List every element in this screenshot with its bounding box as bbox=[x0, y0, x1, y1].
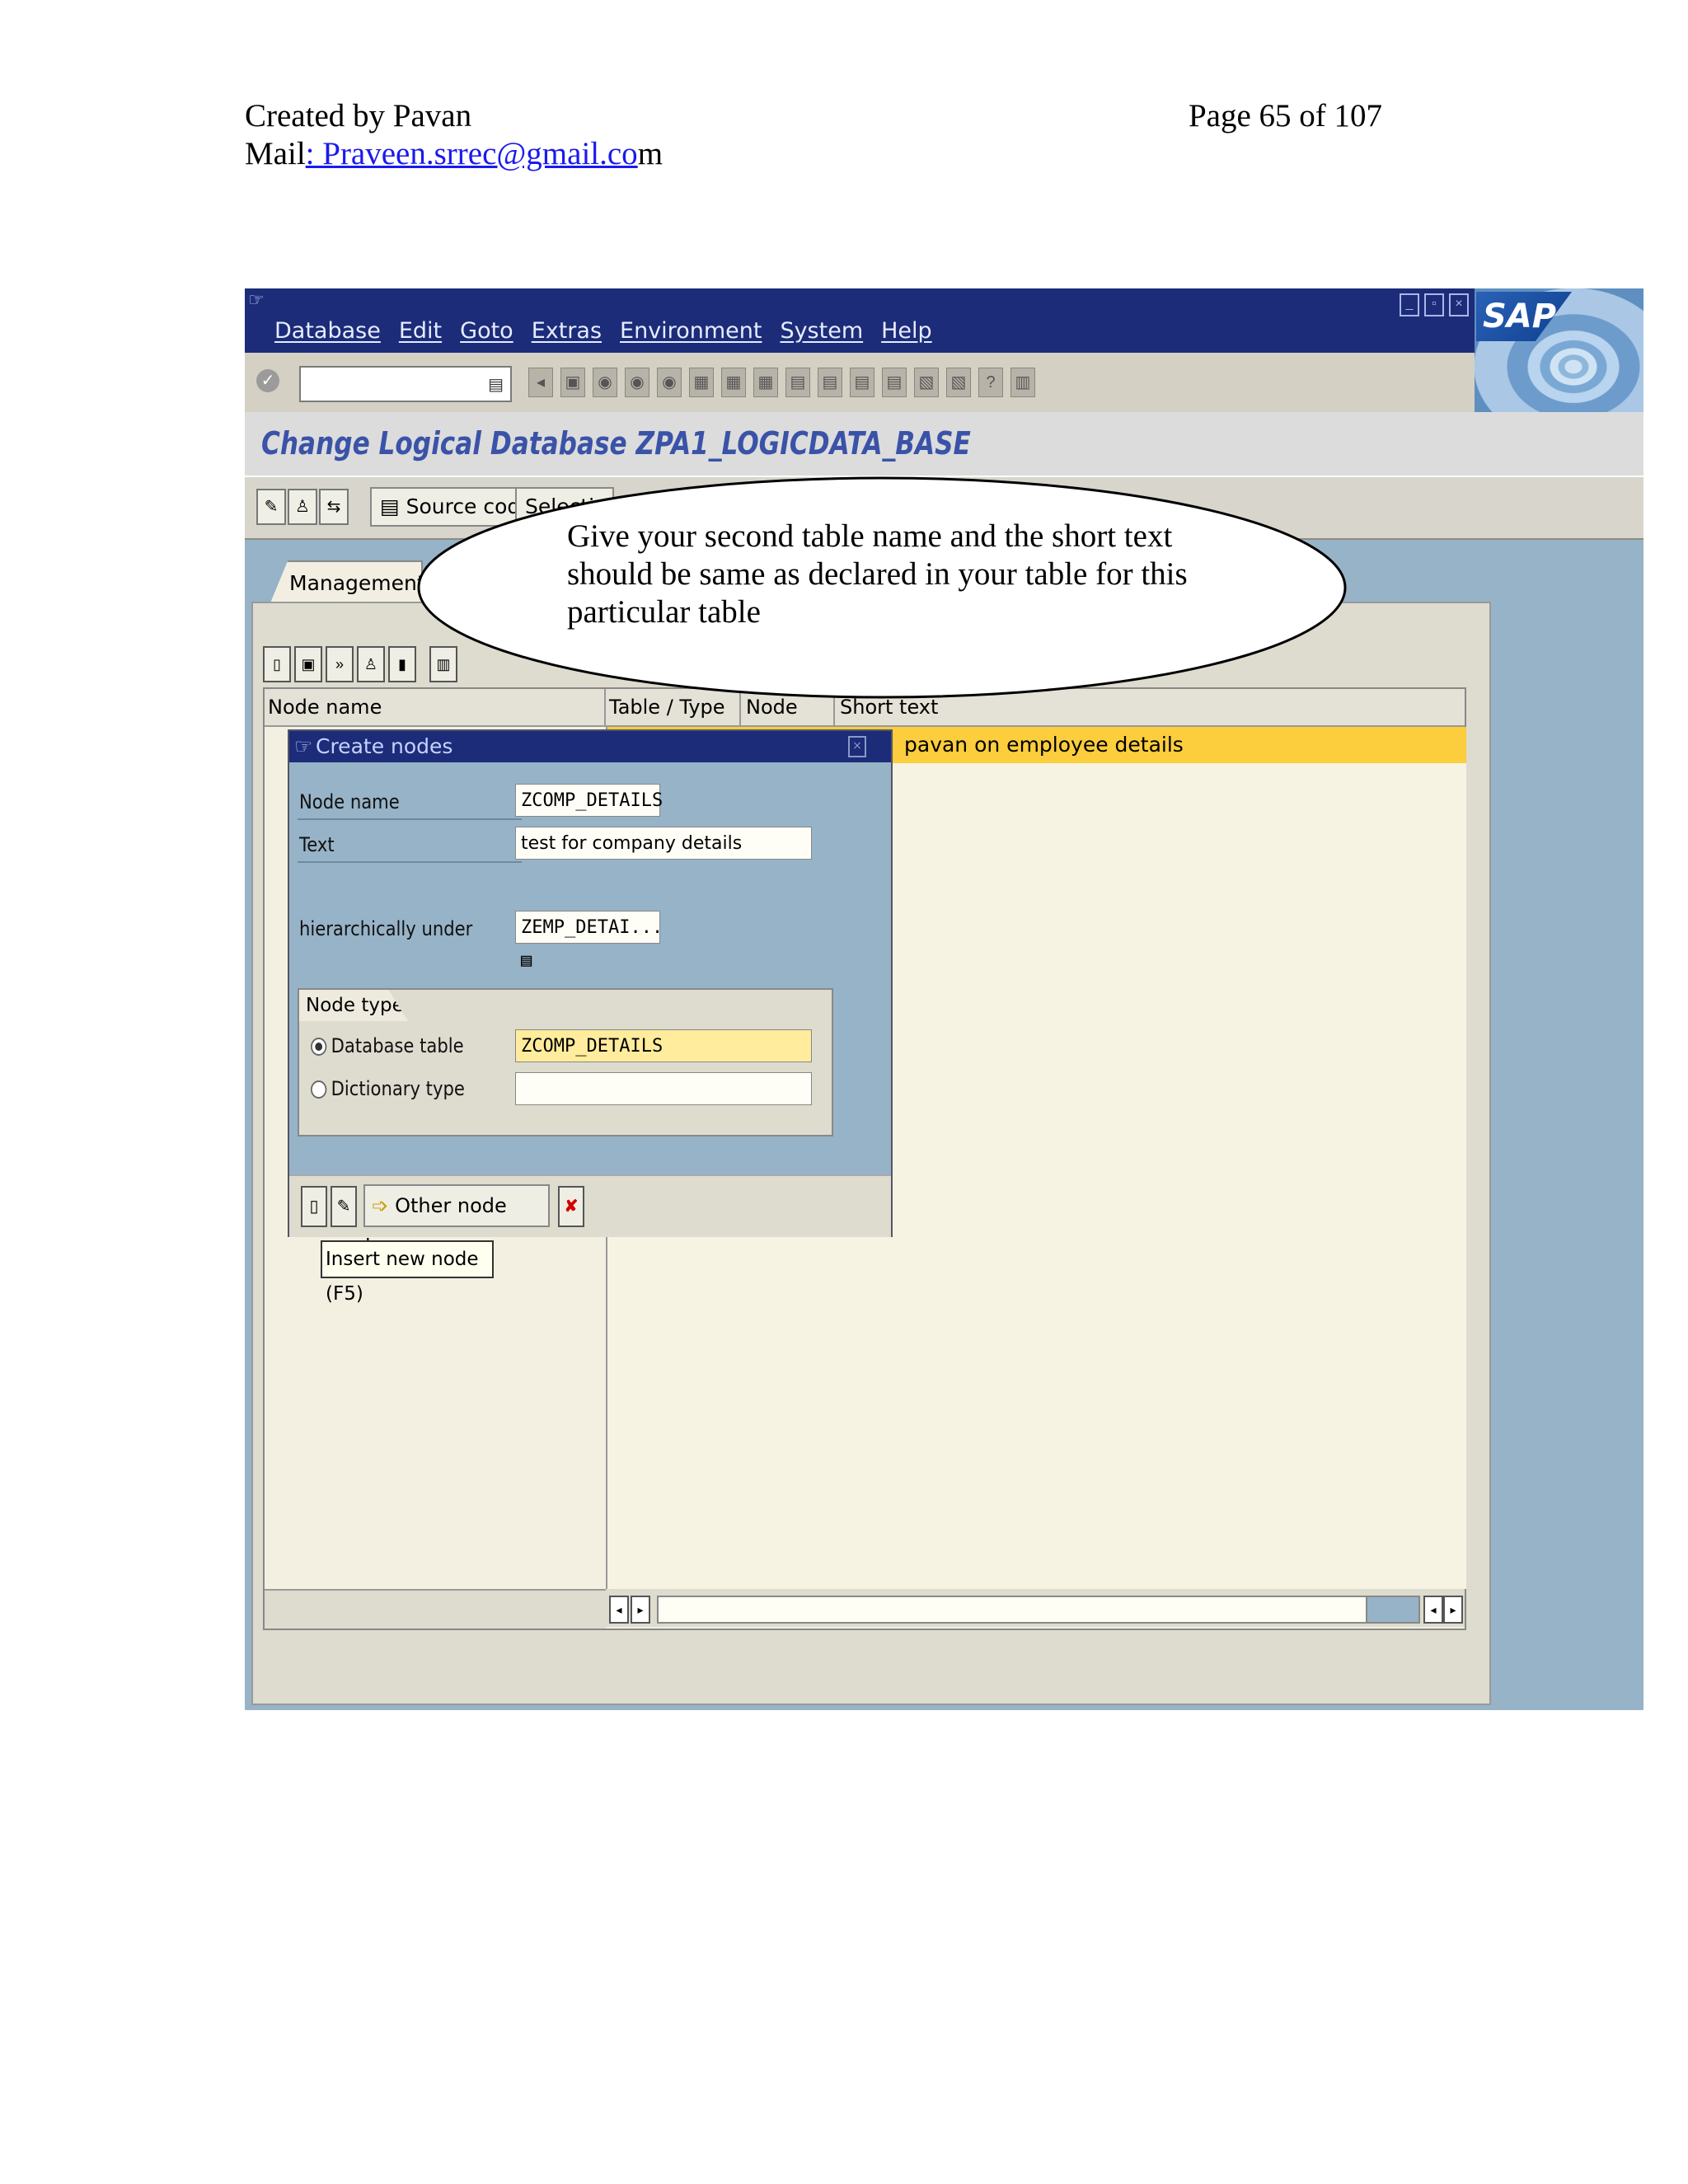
callout-text: Give your second table name and the shor… bbox=[567, 518, 1188, 630]
document-header: Created by Pavan Page 65 of 107 Mail: Pr… bbox=[245, 97, 1382, 173]
value-help-icon[interactable]: ▤ bbox=[521, 950, 532, 971]
help-icon[interactable]: ? bbox=[978, 368, 1003, 397]
cancel-x-icon[interactable]: ✘ bbox=[558, 1186, 584, 1227]
shortcut-icon[interactable]: ▧ bbox=[946, 368, 971, 397]
back-arrow-icon[interactable]: ◂ bbox=[528, 368, 553, 397]
save-icon[interactable]: ▣ bbox=[560, 368, 585, 397]
find-next-icon[interactable]: ▦ bbox=[753, 368, 778, 397]
text-input[interactable]: test for company details bbox=[515, 827, 812, 860]
scroll-track[interactable] bbox=[657, 1596, 1369, 1624]
database-table-option[interactable]: Database table bbox=[311, 1034, 464, 1057]
dictionary-type-label: Dictionary type bbox=[331, 1077, 465, 1100]
menu-bar: Database Edit Goto Extras Environment Sy… bbox=[274, 318, 932, 344]
insert-node-icon[interactable]: ▯ bbox=[301, 1186, 327, 1227]
dialog-titlebar: ☞ Create nodes × bbox=[289, 731, 891, 762]
mail-prefix: Mail bbox=[245, 136, 306, 171]
dictionary-type-option[interactable]: Dictionary type bbox=[311, 1077, 465, 1100]
hierarchically-under-label: hierarchically under bbox=[299, 917, 473, 940]
last-page-icon[interactable]: ▤ bbox=[882, 368, 907, 397]
minimize-icon[interactable]: _ bbox=[1400, 293, 1419, 316]
menu-database[interactable]: Database bbox=[274, 318, 381, 344]
create-node-icon[interactable]: ▯ bbox=[263, 646, 291, 682]
other-node-types-button[interactable]: ➩Other node types bbox=[363, 1184, 550, 1257]
parent-node-value: ZEMP_DETAI... bbox=[521, 917, 663, 938]
next-page-icon[interactable]: ▤ bbox=[850, 368, 874, 397]
structure-icon[interactable]: ♙ bbox=[288, 489, 317, 525]
where-used-icon[interactable]: ⇆ bbox=[319, 489, 349, 525]
label-underline bbox=[298, 818, 522, 820]
back-icon[interactable]: ◉ bbox=[593, 368, 617, 397]
command-field[interactable]: ▤ bbox=[299, 366, 512, 402]
dialog-footer: ▯ ✎ ➩Other node types ✘ bbox=[289, 1174, 891, 1257]
sap-logo-area: SAP bbox=[1475, 288, 1643, 412]
delete-node-icon[interactable]: ▮ bbox=[388, 646, 416, 682]
horizontal-scrollbar[interactable]: ◂ ▸ ◂ ▸ bbox=[606, 1589, 1465, 1627]
arrow-icon: ➩ bbox=[372, 1194, 389, 1217]
scroll-right-icon[interactable]: ▸ bbox=[631, 1596, 650, 1624]
scroll-right-end-icon[interactable]: ▸ bbox=[1443, 1596, 1463, 1624]
page-number: Page 65 of 107 bbox=[1188, 98, 1382, 134]
scroll-thumb[interactable] bbox=[1366, 1596, 1420, 1624]
enter-check-icon[interactable]: ✓ bbox=[256, 369, 279, 392]
radio-selected-icon[interactable] bbox=[311, 1038, 327, 1056]
left-scroll-area bbox=[265, 1589, 606, 1629]
parent-node-input[interactable]: ZEMP_DETAI... ▤ bbox=[515, 911, 663, 971]
radio-unselected-icon[interactable] bbox=[311, 1080, 327, 1099]
menu-edit[interactable]: Edit bbox=[399, 318, 442, 344]
sap-logo: SAP bbox=[1476, 292, 1572, 341]
layout-menu-icon[interactable]: ▥ bbox=[1010, 368, 1035, 397]
database-table-label: Database table bbox=[331, 1034, 464, 1057]
print-icon[interactable]: ▦ bbox=[689, 368, 714, 397]
hierarchy-icon[interactable]: ♙ bbox=[357, 646, 385, 682]
create-nodes-dialog: ☞ Create nodes × Node name ZCOMP_DETAILS… bbox=[288, 729, 893, 1257]
screen-title: Change Logical Database ZPA1_LOGICDATA_B… bbox=[261, 425, 971, 462]
cancel-icon[interactable]: ◉ bbox=[657, 368, 682, 397]
display-change-icon[interactable]: ✎ bbox=[256, 489, 286, 525]
value-help-icon[interactable]: ▤ bbox=[488, 374, 504, 395]
maximize-icon[interactable]: ▫ bbox=[1424, 293, 1444, 316]
move-node-icon[interactable]: » bbox=[326, 646, 354, 682]
insert-node-tooltip: Insert new node (F5) bbox=[321, 1240, 494, 1305]
row-short-text: pavan on employee details bbox=[904, 733, 1184, 757]
dialog-close-icon[interactable]: × bbox=[848, 736, 866, 757]
sap-titlebar: ☞ Database Edit Goto Extras Environment … bbox=[245, 288, 1643, 353]
source-code-icon: ▤ bbox=[380, 494, 400, 518]
create-session-icon[interactable]: ▧ bbox=[914, 368, 939, 397]
mail-suffix: m bbox=[637, 136, 663, 171]
system-menu-icon[interactable]: ☞ bbox=[248, 291, 265, 309]
dictionary-type-input[interactable] bbox=[515, 1072, 812, 1105]
mail-link[interactable]: : Praveen.srrec@gmail.co bbox=[306, 136, 638, 171]
scroll-left-icon[interactable]: ◂ bbox=[609, 1596, 629, 1624]
menu-environment[interactable]: Environment bbox=[620, 318, 762, 344]
previous-page-icon[interactable]: ▤ bbox=[818, 368, 842, 397]
scroll-left-end-icon[interactable]: ◂ bbox=[1423, 1596, 1443, 1624]
menu-system[interactable]: System bbox=[780, 318, 863, 344]
standard-toolbar: ✓ ▤ ◂ ▣ ◉ ◉ ◉ ▦ ▦ ▦ ▤ ▤ ▤ ▤ ▧ ▧ ? ▥ bbox=[245, 353, 1475, 415]
label-underline bbox=[298, 861, 522, 863]
close-window-icon[interactable]: × bbox=[1449, 293, 1469, 316]
text-label: Text bbox=[299, 833, 335, 856]
find-icon[interactable]: ▦ bbox=[721, 368, 746, 397]
node-type-group-title: Node type bbox=[299, 990, 408, 1021]
node-type-group: Node type Database table ZCOMP_DETAILS D… bbox=[298, 988, 833, 1137]
database-table-input[interactable]: ZCOMP_DETAILS bbox=[515, 1029, 812, 1062]
change-node-icon[interactable]: ▣ bbox=[294, 646, 322, 682]
dialog-title: Create nodes bbox=[316, 734, 453, 758]
tab-management[interactable]: Management bbox=[270, 560, 423, 605]
first-page-icon[interactable]: ▤ bbox=[785, 368, 810, 397]
dialog-system-icon[interactable]: ☞ bbox=[294, 731, 312, 762]
toolbar-icons: ◂ ▣ ◉ ◉ ◉ ▦ ▦ ▦ ▤ ▤ ▤ ▤ ▧ ▧ ? ▥ bbox=[528, 368, 1035, 397]
menu-help[interactable]: Help bbox=[881, 318, 932, 344]
node-name-input[interactable]: ZCOMP_DETAILS bbox=[515, 784, 663, 817]
window-controls: _ ▫ × bbox=[1400, 293, 1469, 316]
menu-goto[interactable]: Goto bbox=[460, 318, 513, 344]
edit-node-icon[interactable]: ✎ bbox=[331, 1186, 357, 1227]
exit-icon[interactable]: ◉ bbox=[625, 368, 649, 397]
menu-extras[interactable]: Extras bbox=[532, 318, 602, 344]
node-name-label: Node name bbox=[299, 790, 400, 813]
mail-line: Mail: Praveen.srrec@gmail.com bbox=[245, 135, 1382, 173]
